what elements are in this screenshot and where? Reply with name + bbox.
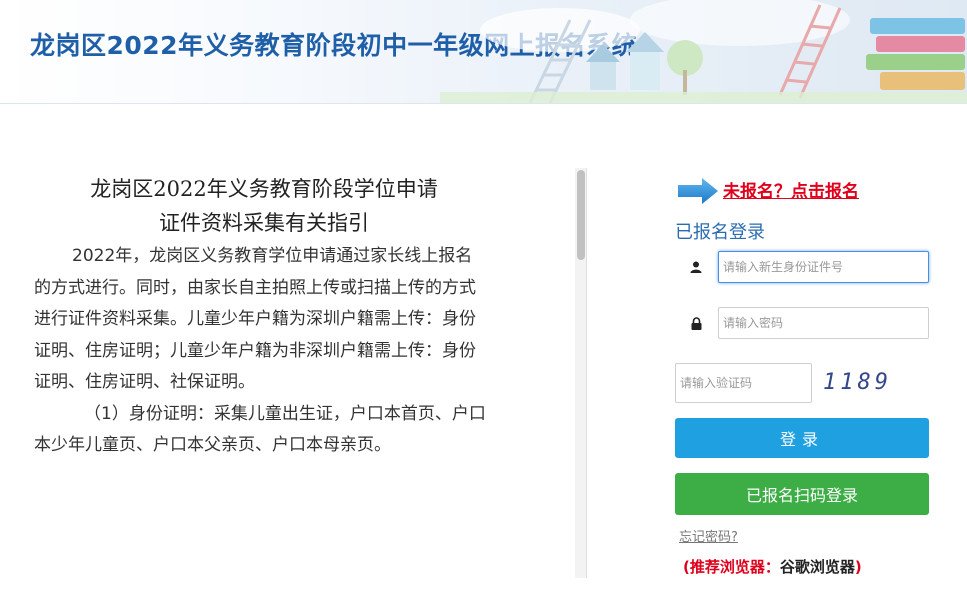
lock-icon xyxy=(675,307,717,339)
login-heading: 已报名登录 xyxy=(675,222,765,243)
browser-recommendation: (推荐浏览器：谷歌浏览器) xyxy=(683,556,862,577)
password-input[interactable] xyxy=(718,307,929,339)
guide-title-line2: 证件资料采集有关指引 xyxy=(159,211,369,235)
arrow-right-icon xyxy=(678,178,718,204)
guide-title-line1: 龙岗区2022年义务教育阶段学位申请 xyxy=(90,177,438,201)
captcha-image[interactable]: 1189 xyxy=(823,366,903,400)
password-field-row xyxy=(675,307,929,339)
banner-illustration xyxy=(440,0,967,103)
guide-paragraph-1: 2022年，龙岗区义务教育学位申请通过家长线上报名的方式进行。同时，由家长自主拍… xyxy=(34,246,476,392)
browser-tip-label: (推荐浏览器： xyxy=(683,558,780,576)
id-field-row xyxy=(675,251,929,283)
captcha-input[interactable] xyxy=(675,363,812,403)
guide-title: 龙岗区2022年义务教育阶段学位申请 证件资料采集有关指引 xyxy=(34,172,494,240)
user-icon xyxy=(675,251,717,283)
forgot-password-link[interactable]: 忘记密码? xyxy=(679,526,738,545)
qr-login-button[interactable]: 已报名扫码登录 xyxy=(675,473,929,515)
panel-divider xyxy=(586,168,587,578)
login-button[interactable]: 登录 xyxy=(675,418,929,458)
browser-tip-name: 谷歌浏览器 xyxy=(779,558,855,576)
header-banner: 龙岗区2022年义务教育阶段初中一年级网上报名系统 xyxy=(0,0,967,104)
guide-body: 2022年，龙岗区义务教育学位申请通过家长线上报名的方式进行。同时，由家长自主拍… xyxy=(34,241,486,462)
browser-tip-end: ) xyxy=(854,558,862,576)
guide-panel[interactable]: 龙岗区2022年义务教育阶段学位申请 证件资料采集有关指引 2022年，龙岗区义… xyxy=(34,168,580,578)
register-link[interactable]: 未报名？点击报名 xyxy=(723,177,859,202)
id-number-input[interactable] xyxy=(718,251,929,283)
guide-paragraph-2: （1）身份证明：采集儿童出生证，户口本首页、户口本少年儿童页、户口本父亲页、户口… xyxy=(34,403,486,456)
scrollbar-thumb[interactable] xyxy=(577,170,585,260)
